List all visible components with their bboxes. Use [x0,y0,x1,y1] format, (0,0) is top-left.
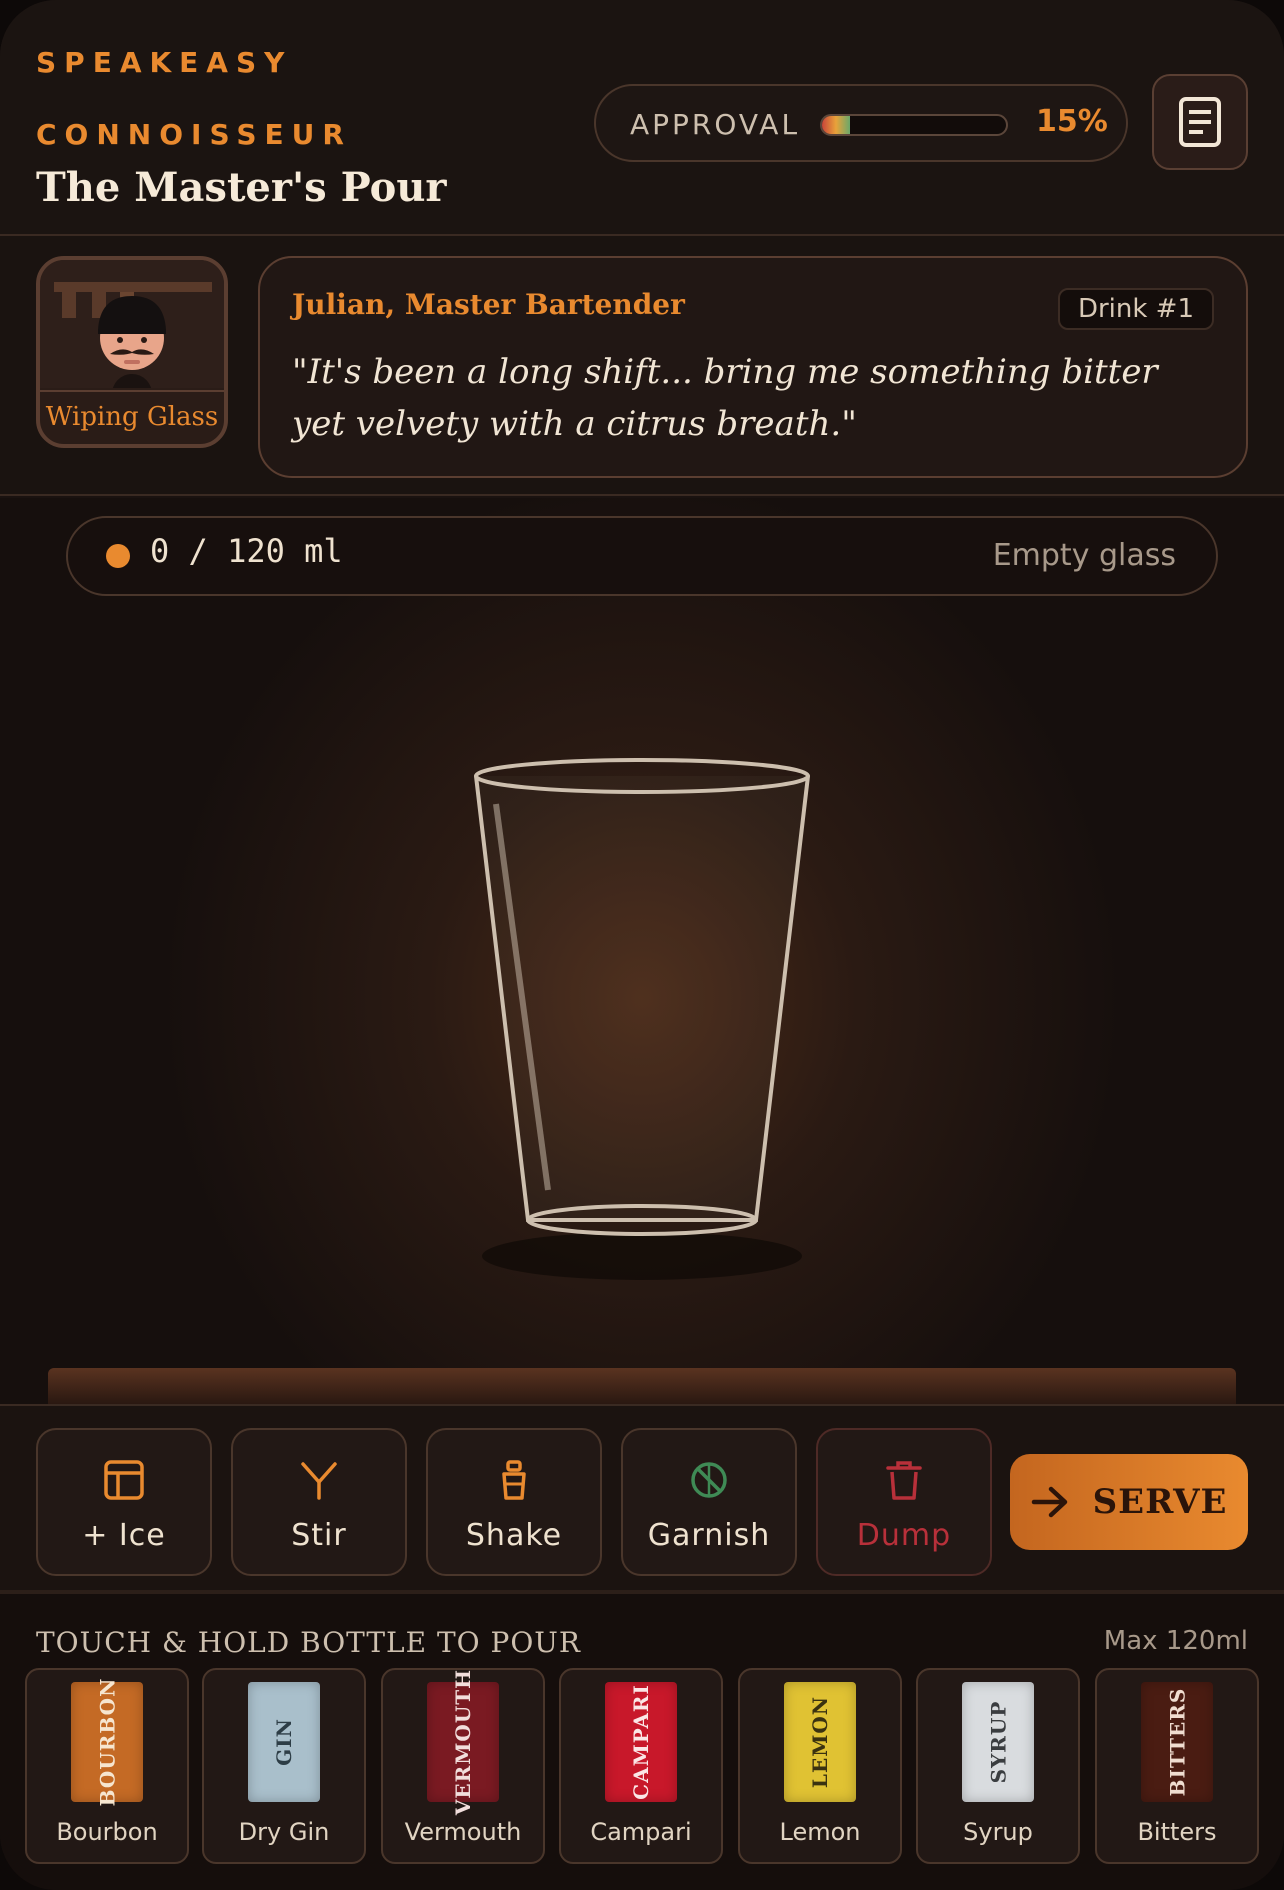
speech-bubble: Julian, Master Bartender Drink #1 "It's … [258,256,1248,478]
game-screen: SPEAKEASY CONNOISSEUR The Master's Pour … [0,0,1284,1890]
bottle-campari[interactable]: CAMPARI Campari [559,1668,723,1864]
bottle-label-text: BITTERS [1165,1687,1189,1797]
bottle-label: BITTERS [1141,1682,1213,1802]
bottle-vermouth[interactable]: VERMOUTH Vermouth [381,1668,545,1864]
approval-bar [820,114,1008,136]
volume-dot [106,544,130,568]
volume-readout: 0 / 120 ml [150,532,343,570]
order-quote: "It's been a long shift... bring me some… [292,352,1158,444]
bottle-label-text: CAMPARI [629,1684,653,1800]
recipe-book-icon [1179,97,1221,147]
serve-label: SERVE [1092,1482,1228,1522]
cocktail-glass[interactable] [460,748,824,1292]
glass-state: Empty glass [992,538,1176,573]
bottle-syrup[interactable]: SYRUP Syrup [916,1668,1080,1864]
bottle-name: Syrup [963,1818,1033,1846]
approval-label: APPROVAL [630,108,801,141]
stir-icon [301,1462,337,1500]
bottle-shelf: TOUCH & HOLD BOTTLE TO POUR Max 120ml BO… [0,1594,1284,1890]
shake-label: Shake [465,1518,563,1553]
garnish-button[interactable]: Garnish [621,1428,797,1576]
ice-icon [104,1460,144,1500]
garnish-label: Garnish [647,1518,771,1553]
bottle-lemon[interactable]: LEMON Lemon [738,1668,902,1864]
pour-hint: TOUCH & HOLD BOTTLE TO POUR [36,1626,581,1659]
garnish-icon [691,1462,727,1498]
approval-bar-fill [822,116,850,134]
header: SPEAKEASY CONNOISSEUR The Master's Pour … [0,0,1284,236]
stir-label: Stir [291,1518,347,1553]
drink-number-badge: Drink #1 [1057,288,1214,330]
shaker-icon [502,1460,526,1500]
bartender-avatar: Wiping Glass [36,256,228,448]
bottle-label-text: BOURBON [95,1677,119,1807]
bottle-name: Vermouth [404,1818,522,1846]
dump-label: Dump [856,1518,952,1553]
bottle-label: GIN [248,1682,320,1802]
bottle-name: Lemon [779,1818,861,1846]
add-ice-button[interactable]: + Ice [36,1428,212,1576]
glass-stage: 0 / 120 ml Empty glass [0,498,1284,1404]
bartender-name: Julian, Master Bartender [292,288,685,321]
bottle-label: VERMOUTH [427,1669,499,1815]
bartender-status: Wiping Glass [40,390,224,444]
brand-line-1: SPEAKEASY [36,46,293,79]
bottle-label: SYRUP [962,1682,1034,1802]
add-ice-label: + Ice [82,1518,166,1553]
arrow-right-icon [1031,1486,1067,1518]
bottle-bourbon[interactable]: BOURBON Bourbon [25,1668,189,1864]
bottle-label-text: VERMOUTH [451,1668,476,1816]
bottle-name: Campari [590,1818,692,1846]
bottle-label-text: LEMON [808,1695,832,1789]
bartender-panel: Wiping Glass Julian, Master Bartender Dr… [0,236,1284,496]
approval-meter: APPROVAL 15% [594,84,1128,162]
approval-percent: 15% [1036,104,1108,139]
bottle-label-text: SYRUP [986,1700,1011,1784]
bottle-label: BOURBON [71,1678,143,1806]
bar-shelf [48,1368,1236,1404]
volume-indicator: 0 / 120 ml Empty glass [66,516,1218,596]
stir-button[interactable]: Stir [231,1428,407,1576]
bottle-label-text: GIN [272,1718,296,1766]
serve-button[interactable]: SERVE [1010,1454,1248,1550]
shake-button[interactable]: Shake [426,1428,602,1576]
bottle-label: CAMPARI [605,1682,677,1802]
max-volume: Max 120ml [1103,1626,1248,1656]
bartender-portrait [40,260,224,414]
page-title: The Master's Pour [36,164,447,211]
recipe-book-button[interactable] [1152,74,1248,170]
bottle-name: Bitters [1137,1818,1217,1846]
bottle-label: LEMON [784,1682,856,1802]
bottle-name: Dry Gin [238,1818,330,1846]
brand-line-2: CONNOISSEUR [36,118,352,151]
dump-button[interactable]: Dump [816,1428,992,1576]
bottle-name: Bourbon [56,1818,158,1846]
action-bar: + Ice Stir Shake Garnish Dump SERVE [0,1404,1284,1594]
trash-icon [886,1461,922,1500]
bottle-bitters[interactable]: BITTERS Bitters [1095,1668,1259,1864]
bottle-gin[interactable]: GIN Dry Gin [202,1668,366,1864]
